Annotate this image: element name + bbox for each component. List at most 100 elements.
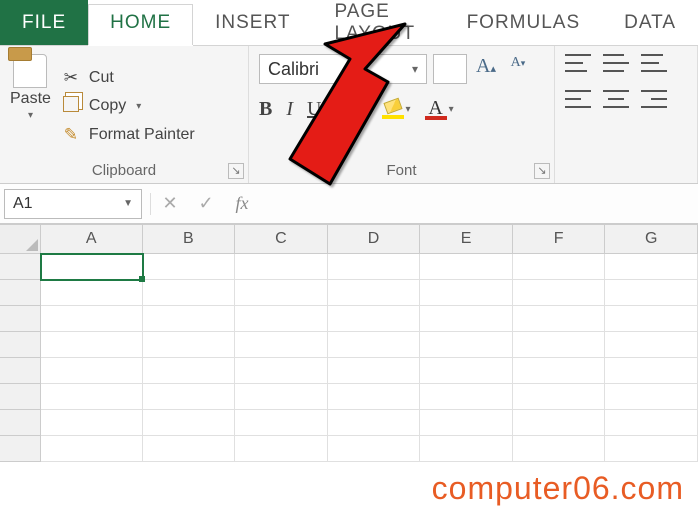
- cell[interactable]: [143, 254, 236, 280]
- tab-home[interactable]: HOME: [88, 0, 193, 46]
- row-header[interactable]: [0, 280, 41, 306]
- paste-button[interactable]: Paste ▾: [10, 54, 51, 158]
- cell[interactable]: [420, 410, 513, 436]
- align-bottom-button[interactable]: [641, 54, 667, 72]
- cell[interactable]: [235, 306, 328, 332]
- cell[interactable]: [41, 254, 143, 280]
- cell[interactable]: [513, 410, 606, 436]
- tab-formulas[interactable]: FORMULAS: [445, 0, 603, 45]
- column-header[interactable]: A: [41, 225, 143, 253]
- copy-button[interactable]: Copy ▾: [61, 96, 195, 117]
- cell[interactable]: [513, 358, 606, 384]
- underline-button[interactable]: U▾: [307, 98, 328, 121]
- cell[interactable]: [143, 280, 236, 306]
- column-header[interactable]: G: [605, 225, 698, 253]
- cell[interactable]: [328, 358, 421, 384]
- cell[interactable]: [235, 280, 328, 306]
- tab-data[interactable]: DATA: [602, 0, 698, 45]
- cell[interactable]: [513, 332, 606, 358]
- cell[interactable]: [235, 254, 328, 280]
- cell[interactable]: [328, 254, 421, 280]
- cell[interactable]: [41, 410, 143, 436]
- column-header[interactable]: C: [235, 225, 328, 253]
- cell[interactable]: [235, 410, 328, 436]
- cut-button[interactable]: ✂ Cut: [61, 68, 195, 88]
- cancel-edit-button[interactable]: ✕: [153, 189, 187, 219]
- bold-button[interactable]: B: [259, 98, 272, 121]
- cell[interactable]: [420, 306, 513, 332]
- fill-color-button[interactable]: ▾: [382, 100, 411, 119]
- cell[interactable]: [513, 436, 606, 462]
- cell[interactable]: [41, 384, 143, 410]
- column-header[interactable]: B: [143, 225, 236, 253]
- cell[interactable]: [420, 332, 513, 358]
- cell[interactable]: [605, 384, 698, 410]
- cell[interactable]: [420, 280, 513, 306]
- cell[interactable]: [420, 384, 513, 410]
- tab-file[interactable]: FILE: [0, 0, 88, 45]
- cell[interactable]: [605, 280, 698, 306]
- align-top-button[interactable]: [565, 54, 591, 72]
- cell[interactable]: [235, 358, 328, 384]
- cell[interactable]: [235, 332, 328, 358]
- confirm-edit-button[interactable]: ✓: [189, 189, 223, 219]
- italic-button[interactable]: I: [286, 98, 293, 121]
- cell[interactable]: [328, 332, 421, 358]
- cell[interactable]: [143, 436, 236, 462]
- cell[interactable]: [41, 280, 143, 306]
- cell[interactable]: [513, 384, 606, 410]
- borders-button[interactable]: ▾: [343, 101, 368, 119]
- cell[interactable]: [420, 254, 513, 280]
- cell[interactable]: [143, 410, 236, 436]
- cell[interactable]: [41, 436, 143, 462]
- row-header[interactable]: [0, 410, 41, 436]
- align-center-button[interactable]: [603, 90, 629, 108]
- font-name-select[interactable]: Calibri ▾: [259, 54, 427, 84]
- increase-font-size-button[interactable]: A▴: [473, 55, 499, 83]
- cell[interactable]: [41, 332, 143, 358]
- row-header[interactable]: [0, 436, 41, 462]
- row-header[interactable]: [0, 254, 41, 280]
- cell[interactable]: [328, 306, 421, 332]
- column-header[interactable]: E: [420, 225, 513, 253]
- decrease-font-size-button[interactable]: A▾: [505, 55, 531, 83]
- row-header[interactable]: [0, 306, 41, 332]
- align-middle-button[interactable]: [603, 54, 629, 72]
- column-header[interactable]: D: [328, 225, 421, 253]
- insert-function-button[interactable]: fx: [225, 189, 259, 219]
- cell[interactable]: [143, 306, 236, 332]
- cell[interactable]: [420, 436, 513, 462]
- format-painter-button[interactable]: ✎ Format Painter: [61, 125, 195, 145]
- cell[interactable]: [605, 254, 698, 280]
- cell[interactable]: [328, 410, 421, 436]
- font-color-button[interactable]: A ▾: [425, 100, 454, 120]
- row-header[interactable]: [0, 332, 41, 358]
- cell[interactable]: [143, 332, 236, 358]
- cell[interactable]: [420, 358, 513, 384]
- tab-insert[interactable]: INSERT: [193, 0, 312, 45]
- column-header[interactable]: F: [513, 225, 606, 253]
- cell[interactable]: [513, 306, 606, 332]
- font-launcher[interactable]: ↘: [534, 163, 550, 179]
- cell[interactable]: [143, 384, 236, 410]
- cell[interactable]: [605, 332, 698, 358]
- tab-page-layout[interactable]: PAGE LAYOUT: [312, 0, 444, 45]
- select-all-corner[interactable]: [0, 225, 41, 253]
- formula-input[interactable]: [265, 189, 692, 219]
- cell[interactable]: [235, 384, 328, 410]
- cell[interactable]: [328, 384, 421, 410]
- cell[interactable]: [235, 436, 328, 462]
- cell[interactable]: [605, 358, 698, 384]
- cell[interactable]: [513, 280, 606, 306]
- cell[interactable]: [143, 358, 236, 384]
- cell[interactable]: [41, 306, 143, 332]
- align-right-button[interactable]: [641, 90, 667, 108]
- cell[interactable]: [605, 410, 698, 436]
- cell[interactable]: [513, 254, 606, 280]
- cell[interactable]: [605, 436, 698, 462]
- cell[interactable]: [605, 306, 698, 332]
- cell[interactable]: [328, 280, 421, 306]
- cell[interactable]: [328, 436, 421, 462]
- font-size-select[interactable]: [433, 54, 467, 84]
- cell[interactable]: [41, 358, 143, 384]
